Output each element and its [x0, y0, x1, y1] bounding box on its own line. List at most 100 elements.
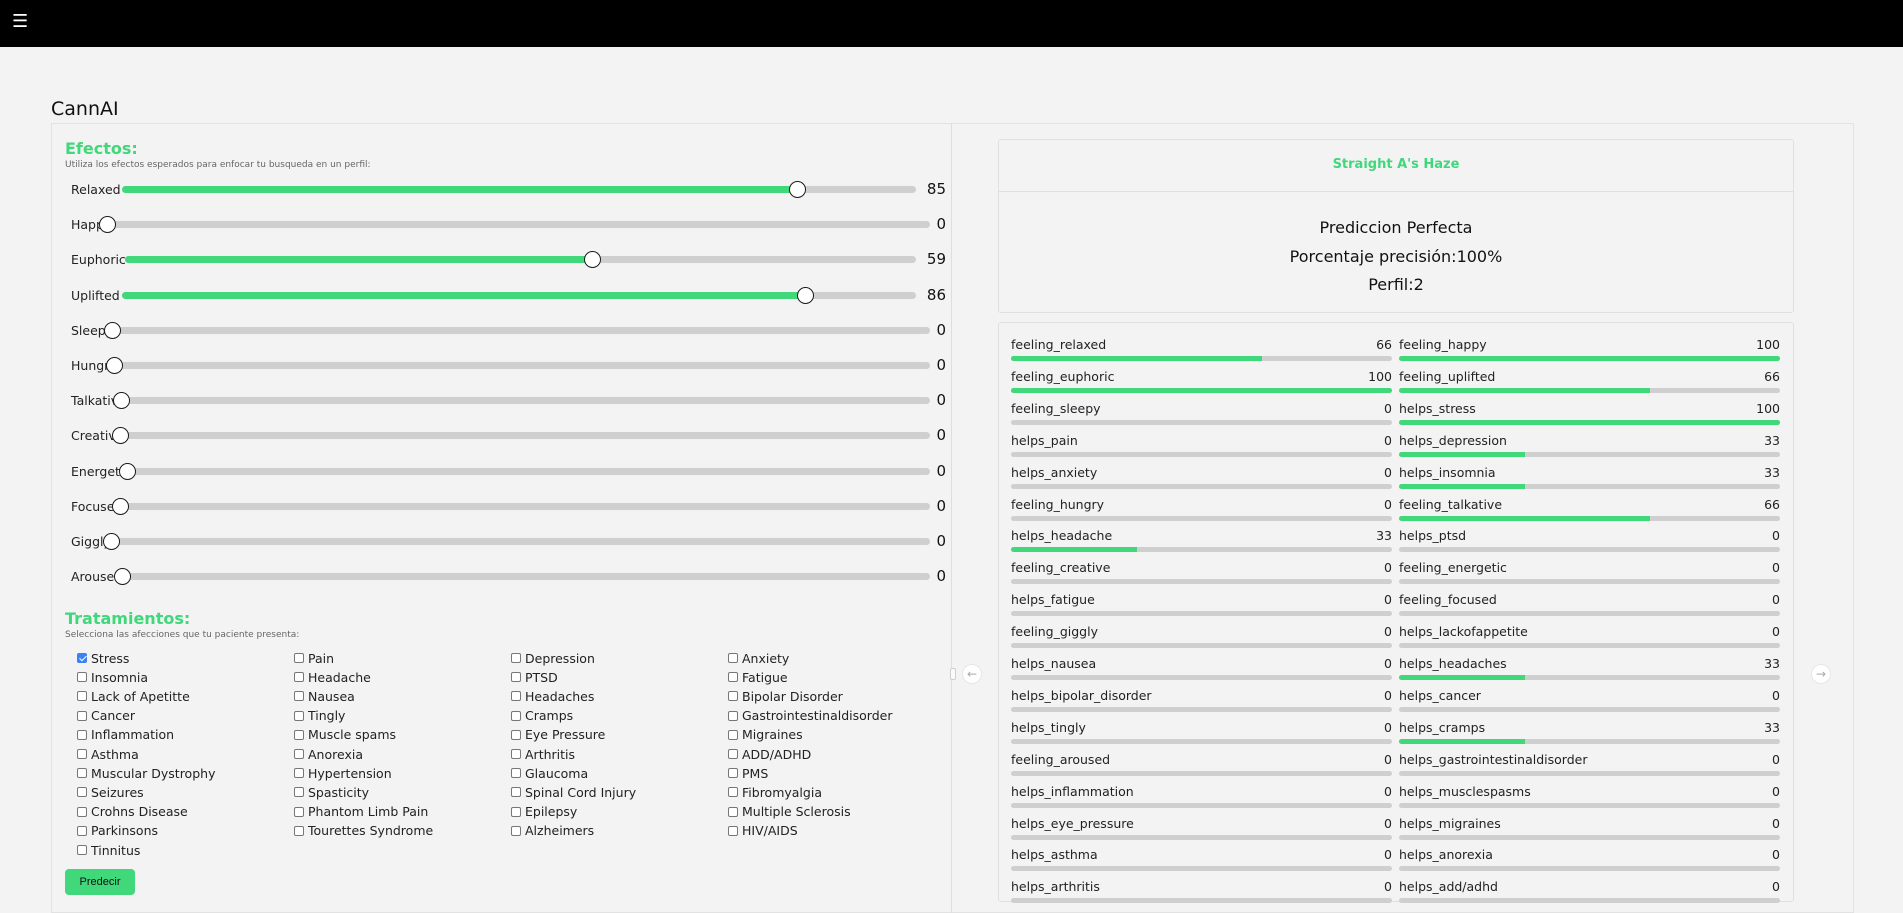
- slider-track-happy[interactable]: [99, 216, 930, 234]
- slider-thumb[interactable]: [112, 497, 129, 515]
- slider-thumb[interactable]: [106, 357, 123, 374]
- slider-track-hungry[interactable]: [106, 357, 930, 374]
- checkbox-box[interactable]: [294, 749, 304, 759]
- treatment-checkbox-parkinsons[interactable]: Parkinsons: [77, 823, 158, 839]
- checkbox-box[interactable]: [728, 653, 738, 663]
- slider-thumb[interactable]: [119, 462, 136, 480]
- treatment-checkbox-glaucoma[interactable]: Glaucoma: [511, 765, 588, 781]
- treatment-checkbox-alzheimers[interactable]: Alzheimers: [511, 823, 594, 839]
- treatment-checkbox-ptsd[interactable]: PTSD: [511, 669, 558, 685]
- slider-track-talkative[interactable]: [113, 392, 930, 410]
- treatment-checkbox-phantom-limb-pain[interactable]: Phantom Limb Pain: [294, 804, 428, 820]
- checkbox-box[interactable]: [77, 749, 87, 759]
- treatment-checkbox-fatigue[interactable]: Fatigue: [728, 669, 788, 685]
- slider-track-creative[interactable]: [112, 427, 930, 445]
- checkbox-box[interactable]: [511, 653, 521, 663]
- treatment-checkbox-depression[interactable]: Depression: [511, 650, 595, 666]
- checkbox-box[interactable]: [294, 691, 304, 702]
- panel-resize-handle[interactable]: [950, 668, 956, 680]
- treatment-checkbox-eye-pressure[interactable]: Eye Pressure: [511, 727, 605, 743]
- checkbox-box[interactable]: [728, 749, 738, 759]
- checkbox-box[interactable]: [294, 653, 304, 663]
- checkbox-box[interactable]: [728, 710, 738, 721]
- treatment-checkbox-asthma[interactable]: Asthma: [77, 746, 139, 762]
- treatment-checkbox-fibromyalgia[interactable]: Fibromyalgia: [728, 784, 822, 800]
- treatment-checkbox-tinnitus[interactable]: Tinnitus: [77, 842, 140, 858]
- checkbox-box[interactable]: [294, 825, 304, 836]
- slider-track-aroused[interactable]: [114, 568, 930, 586]
- treatment-checkbox-nausea[interactable]: Nausea: [294, 688, 355, 704]
- treatment-checkbox-muscle-spams[interactable]: Muscle spams: [294, 727, 396, 743]
- checkbox-box[interactable]: [728, 729, 738, 740]
- slider-thumb[interactable]: [114, 568, 131, 586]
- treatment-checkbox-lack-of-apetitte[interactable]: Lack of Apetitte: [77, 688, 190, 704]
- treatment-checkbox-gastrointestinaldisorder[interactable]: Gastrointestinaldisorder: [728, 708, 892, 724]
- checkbox-box[interactable]: [294, 787, 304, 798]
- treatment-checkbox-pain[interactable]: Pain: [294, 650, 334, 666]
- carousel-prev-icon[interactable]: ←: [962, 664, 982, 684]
- slider-thumb[interactable]: [99, 216, 116, 234]
- treatment-checkbox-hiv-aids[interactable]: HIV/AIDS: [728, 823, 798, 839]
- checkbox-box[interactable]: [77, 806, 87, 817]
- checkbox-box[interactable]: [77, 729, 87, 740]
- treatment-checkbox-spinal-cord-injury[interactable]: Spinal Cord Injury: [511, 784, 636, 800]
- treatment-checkbox-crohns-disease[interactable]: Crohns Disease: [77, 804, 188, 820]
- predict-button[interactable]: Predecir: [65, 869, 135, 895]
- checkbox-box[interactable]: [728, 672, 738, 683]
- slider-thumb[interactable]: [113, 392, 130, 410]
- checkbox-box[interactable]: [511, 691, 521, 702]
- slider-track-focused[interactable]: [112, 497, 930, 515]
- treatment-checkbox-tingly[interactable]: Tingly: [294, 708, 345, 724]
- treatment-checkbox-headache[interactable]: Headache: [294, 669, 371, 685]
- treatment-checkbox-migraines[interactable]: Migraines: [728, 727, 803, 743]
- treatment-checkbox-cancer[interactable]: Cancer: [77, 708, 135, 724]
- treatment-checkbox-bipolar-disorder[interactable]: Bipolar Disorder: [728, 688, 843, 704]
- treatment-checkbox-add-adhd[interactable]: ADD/ADHD: [728, 746, 811, 762]
- treatment-checkbox-tourettes-syndrome[interactable]: Tourettes Syndrome: [294, 823, 433, 839]
- slider-thumb[interactable]: [788, 181, 806, 198]
- treatment-checkbox-spasticity[interactable]: Spasticity: [294, 784, 369, 800]
- checkbox-box[interactable]: [511, 806, 521, 817]
- slider-track-euphoric[interactable]: [125, 251, 916, 269]
- slider-track-energetic[interactable]: [119, 462, 930, 480]
- checkbox-box[interactable]: [511, 729, 521, 740]
- checkbox-box[interactable]: [511, 825, 521, 836]
- checkbox-box[interactable]: [77, 845, 87, 855]
- checkbox-box[interactable]: [77, 768, 87, 779]
- checkbox-box[interactable]: [77, 825, 87, 836]
- checkbox-box[interactable]: [294, 768, 304, 779]
- treatment-checkbox-inflammation[interactable]: Inflammation: [77, 727, 174, 743]
- treatment-checkbox-cramps[interactable]: Cramps: [511, 708, 573, 724]
- checkbox-box[interactable]: [294, 710, 304, 721]
- slider-track-sleepy[interactable]: [104, 321, 930, 339]
- checkbox-box[interactable]: [294, 806, 304, 817]
- checkbox-box[interactable]: [77, 787, 87, 798]
- checkbox-box[interactable]: [728, 691, 738, 702]
- carousel-next-icon[interactable]: →: [1811, 664, 1831, 684]
- treatment-checkbox-anxiety[interactable]: Anxiety: [728, 650, 789, 666]
- slider-track-relaxed[interactable]: [122, 181, 916, 198]
- checkbox-box[interactable]: [77, 710, 87, 721]
- hamburger-menu-icon[interactable]: ☰: [12, 11, 28, 33]
- treatment-checkbox-headaches[interactable]: Headaches: [511, 688, 594, 704]
- treatment-checkbox-multiple-sclerosis[interactable]: Multiple Sclerosis: [728, 804, 851, 820]
- slider-thumb[interactable]: [796, 286, 814, 304]
- checkbox-box[interactable]: [77, 653, 87, 663]
- treatment-checkbox-pms[interactable]: PMS: [728, 765, 768, 781]
- treatment-checkbox-epilepsy[interactable]: Epilepsy: [511, 804, 577, 820]
- checkbox-box[interactable]: [294, 729, 304, 740]
- slider-thumb[interactable]: [103, 533, 120, 550]
- treatment-checkbox-arthritis[interactable]: Arthritis: [511, 746, 575, 762]
- checkbox-box[interactable]: [77, 672, 87, 683]
- slider-track-uplifted[interactable]: [122, 286, 916, 304]
- treatment-checkbox-muscular-dystrophy[interactable]: Muscular Dystrophy: [77, 765, 215, 781]
- checkbox-box[interactable]: [511, 768, 521, 779]
- treatment-checkbox-seizures[interactable]: Seizures: [77, 784, 144, 800]
- checkbox-box[interactable]: [728, 768, 738, 779]
- checkbox-box[interactable]: [511, 710, 521, 721]
- checkbox-box[interactable]: [728, 787, 738, 798]
- checkbox-box[interactable]: [77, 691, 87, 702]
- checkbox-box[interactable]: [511, 749, 521, 759]
- treatment-checkbox-anorexia[interactable]: Anorexia: [294, 746, 363, 762]
- treatment-checkbox-stress[interactable]: Stress: [77, 650, 129, 666]
